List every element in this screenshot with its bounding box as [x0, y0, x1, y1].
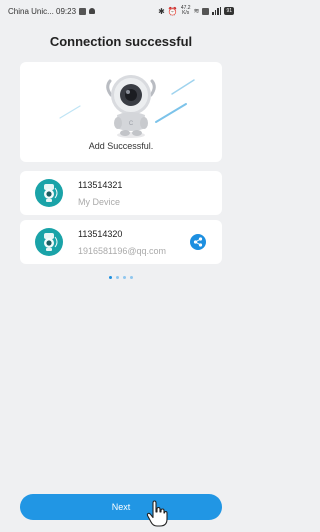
robot-camera-icon: C: [106, 75, 156, 138]
bluetooth-icon: ✱: [158, 6, 165, 16]
status-bar: China Unic... 09:23 ✱ ⏰ 47.2 K/s ≋ 91: [0, 0, 242, 22]
device-card[interactable]: 113514321 My Device: [20, 171, 222, 215]
device-id: 113514320: [78, 229, 123, 239]
next-button[interactable]: Next: [20, 494, 222, 520]
success-card: C Add Successful.: [20, 62, 222, 162]
alarm-icon: ⏰: [167, 6, 178, 16]
carrier-time: China Unic... 09:23: [8, 6, 77, 16]
pager-dot: [109, 276, 112, 279]
status-left: China Unic... 09:23: [8, 6, 96, 16]
share-icon[interactable]: [190, 234, 206, 250]
pager-dot: [130, 276, 133, 279]
sparkle-top-right-icon: [171, 79, 195, 95]
bell-notification-icon: [89, 8, 96, 14]
device-card[interactable]: 113514320 1916581196@qq.com: [20, 220, 222, 264]
page-title: Connection successful: [49, 34, 193, 49]
pager-dots: [0, 276, 242, 279]
device-subtitle: 1916581196@qq.com: [78, 246, 167, 256]
wifi-icon: ≋: [193, 8, 200, 15]
sim-icon: [202, 7, 210, 15]
device-camera-icon: [35, 228, 63, 256]
device-camera-icon: [35, 179, 63, 207]
device-id: 113514321: [78, 180, 123, 190]
status-right: ✱ ⏰ 47.2 K/s ≋ 91: [158, 6, 234, 16]
image-notification-icon: [79, 7, 87, 15]
device-subtitle: My Device: [78, 197, 121, 207]
network-speed: 47.2 K/s: [180, 5, 191, 16]
pager-dot: [116, 276, 119, 279]
sparkle-left-icon: [59, 105, 81, 119]
hand-cursor-icon: [146, 500, 168, 527]
success-message: Add Successful.: [88, 141, 154, 151]
signal-icon: [212, 7, 222, 15]
pager-dot: [123, 276, 126, 279]
battery-icon: 91: [224, 7, 234, 15]
svg-text:C: C: [129, 121, 134, 127]
